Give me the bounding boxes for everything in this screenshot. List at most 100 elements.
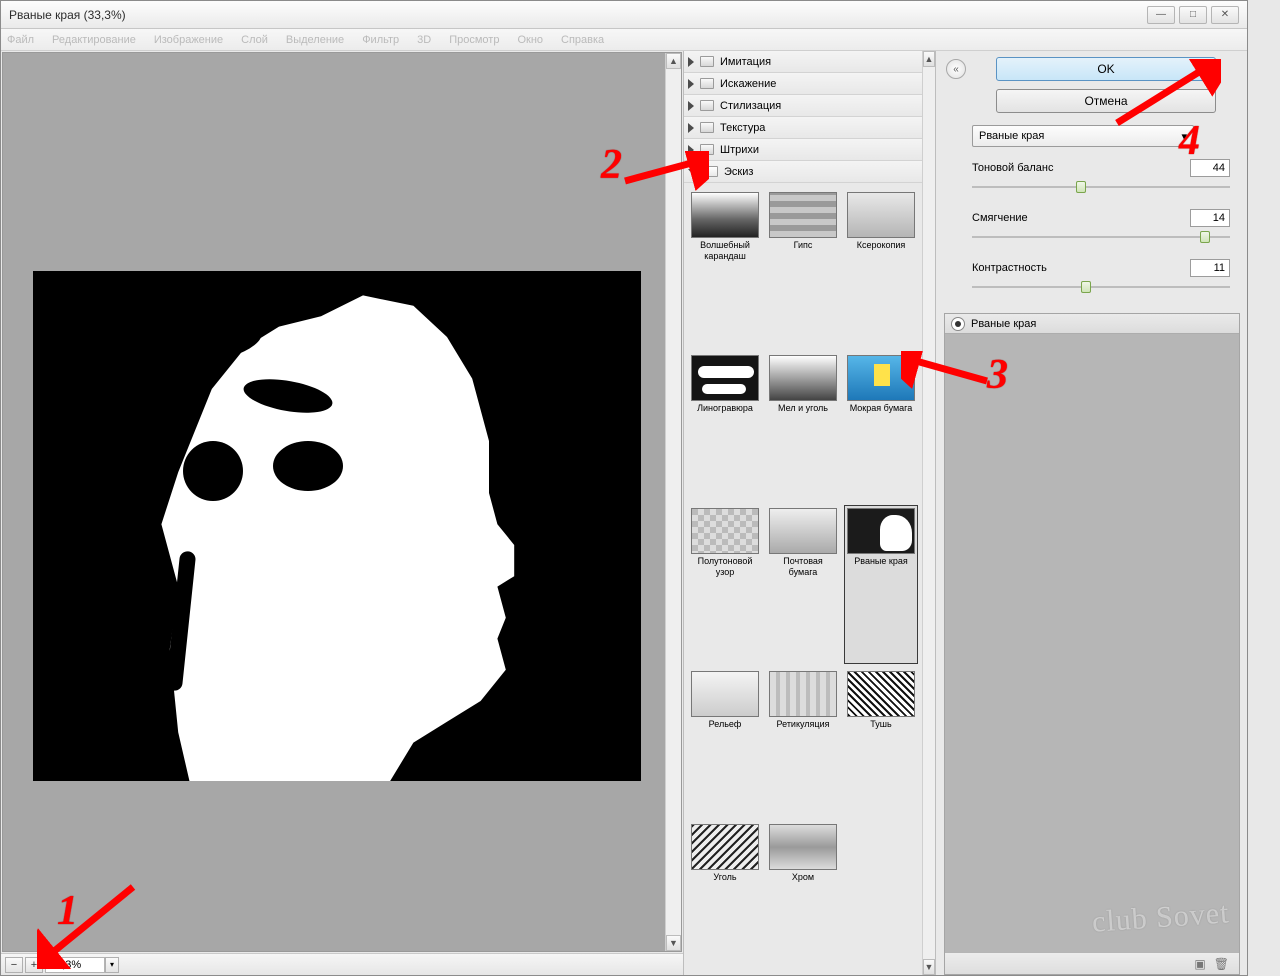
thumb-рельеф[interactable]: Рельеф — [688, 668, 762, 816]
param-smoothness-input[interactable] — [1190, 209, 1230, 227]
thumb-хром[interactable]: Хром — [766, 821, 840, 969]
category-sketch[interactable]: Эскиз — [684, 161, 922, 183]
thumb-линогравюра[interactable]: Линогравюра — [688, 352, 762, 500]
thumb-ретикуляция[interactable]: Ретикуляция — [766, 668, 840, 816]
collapse-toggle[interactable]: « — [946, 59, 966, 79]
thumb-label: Линогравюра — [697, 403, 753, 414]
thumb-рваные-края[interactable]: Рваные края — [844, 505, 918, 664]
param-contrast: Контрастность — [936, 257, 1246, 279]
zoom-in-button[interactable]: + — [25, 957, 43, 973]
slider-handle[interactable] — [1076, 181, 1086, 193]
category-label: Штрихи — [720, 144, 759, 156]
folder-icon — [700, 56, 714, 67]
menu-help: Справка — [561, 34, 604, 46]
thumb-label: Полутоновой узор — [691, 556, 759, 578]
filter-column: Имитация Искажение Стилизация Текстура Ш… — [684, 51, 936, 975]
hair-mark — [273, 441, 343, 491]
thumb-image — [847, 192, 915, 238]
thumb-image — [769, 508, 837, 554]
param-label: Смягчение — [972, 212, 1028, 224]
param-tone-balance-slider[interactable] — [972, 181, 1230, 193]
thumb-label: Хром — [792, 872, 814, 883]
thumb-label: Мокрая бумага — [850, 403, 913, 414]
thumb-тушь[interactable]: Тушь — [844, 668, 918, 816]
category-label: Имитация — [720, 56, 771, 68]
cancel-button[interactable]: Отмена — [996, 89, 1216, 113]
slider-handle[interactable] — [1200, 231, 1210, 243]
folder-icon — [700, 144, 714, 155]
menu-window: Окно — [517, 34, 543, 46]
category-stylize[interactable]: Стилизация — [684, 95, 922, 117]
folder-icon — [700, 100, 714, 111]
triangle-right-icon — [688, 145, 694, 155]
effects-history: Рваные края ▣ 🗑 — [944, 313, 1240, 975]
thumb-полутоновой-узор[interactable]: Полутоновой узор — [688, 505, 762, 664]
thumb-label: Волшебный карандаш — [691, 240, 759, 262]
category-distortion[interactable]: Искажение — [684, 73, 922, 95]
zoom-out-button[interactable]: − — [5, 957, 23, 973]
history-item-label: Рваные края — [971, 318, 1036, 330]
thumb-image — [769, 824, 837, 870]
triangle-right-icon — [688, 79, 694, 89]
category-texture[interactable]: Текстура — [684, 117, 922, 139]
maximize-button[interactable]: □ — [1179, 6, 1207, 24]
scroll-up-icon[interactable]: ▲ — [923, 51, 935, 67]
minimize-button[interactable]: — — [1147, 6, 1175, 24]
close-button[interactable]: ✕ — [1211, 6, 1239, 24]
thumb-label: Уголь — [713, 872, 736, 883]
category-strokes[interactable]: Штрихи — [684, 139, 922, 161]
filter-gallery-window: Рваные края (33,3%) — □ ✕ Файл Редактиро… — [0, 0, 1248, 976]
history-footer: ▣ 🗑 — [945, 952, 1239, 974]
thumb-label: Ретикуляция — [777, 719, 830, 730]
category-label: Эскиз — [724, 166, 753, 178]
window-title: Рваные края (33,3%) — [9, 8, 126, 22]
thumb-image — [691, 508, 759, 554]
thumb-image — [847, 355, 915, 401]
preview-area[interactable]: ▲ ▼ — [2, 52, 682, 952]
filter-scrollbar[interactable]: ▲ ▼ — [922, 51, 935, 975]
zoom-value: 33,3% — [50, 959, 81, 971]
thumb-ксерокопия[interactable]: Ксерокопия — [844, 189, 918, 348]
thumb-уголь[interactable]: Уголь — [688, 821, 762, 969]
param-tone-balance-input[interactable] — [1190, 159, 1230, 177]
thumb-label: Тушь — [870, 719, 891, 730]
param-contrast-slider[interactable] — [972, 281, 1230, 293]
thumb-image — [769, 192, 837, 238]
category-list: Имитация Искажение Стилизация Текстура Ш… — [684, 51, 922, 183]
thumb-label: Рваные края — [854, 556, 907, 567]
category-imitation[interactable]: Имитация — [684, 51, 922, 73]
slider-handle[interactable] — [1081, 281, 1091, 293]
thumb-label: Рельеф — [709, 719, 742, 730]
trash-icon[interactable]: 🗑 — [1214, 957, 1229, 971]
zoom-dropdown[interactable]: ▾ — [105, 957, 119, 973]
thumb-гипс[interactable]: Гипс — [766, 189, 840, 348]
visibility-icon[interactable] — [951, 317, 965, 331]
thumb-волшебный-карандаш[interactable]: Волшебный карандаш — [688, 189, 762, 348]
thumb-мокрая-бумага[interactable]: Мокрая бумага — [844, 352, 918, 500]
category-label: Искажение — [720, 78, 776, 90]
thumb-image — [691, 355, 759, 401]
ok-button[interactable]: OK — [996, 57, 1216, 81]
thumb-почтовая-бумага[interactable]: Почтовая бумага — [766, 505, 840, 664]
folder-icon — [700, 78, 714, 89]
history-item[interactable]: Рваные края — [945, 314, 1239, 334]
triangle-right-icon — [688, 57, 694, 67]
param-smoothness-slider[interactable] — [972, 231, 1230, 243]
preview-scrollbar[interactable]: ▲ ▼ — [665, 53, 681, 951]
param-contrast-input[interactable] — [1190, 259, 1230, 277]
triangle-right-icon — [688, 101, 694, 111]
filter-select[interactable]: Рваные края ▾ — [972, 125, 1194, 147]
thumbnails-grid: Волшебный карандаш ГипсКсерокопия Линограв… — [684, 183, 922, 975]
scroll-down-icon[interactable]: ▼ — [666, 935, 681, 951]
thumb-image — [847, 671, 915, 717]
folder-icon — [700, 122, 714, 133]
thumb-image — [847, 508, 915, 554]
settings-column: « OK Отмена Рваные края ▾ Тоновой баланс… — [936, 51, 1246, 975]
scroll-up-icon[interactable]: ▲ — [666, 53, 681, 69]
menu-filter: Фильтр — [362, 34, 399, 46]
zoom-field[interactable]: 33,3% — [45, 957, 105, 973]
new-effect-icon[interactable]: ▣ — [1194, 957, 1205, 971]
folder-open-icon — [704, 166, 718, 177]
scroll-down-icon[interactable]: ▼ — [923, 959, 935, 975]
thumb-мел-и-уголь[interactable]: Мел и уголь — [766, 352, 840, 500]
